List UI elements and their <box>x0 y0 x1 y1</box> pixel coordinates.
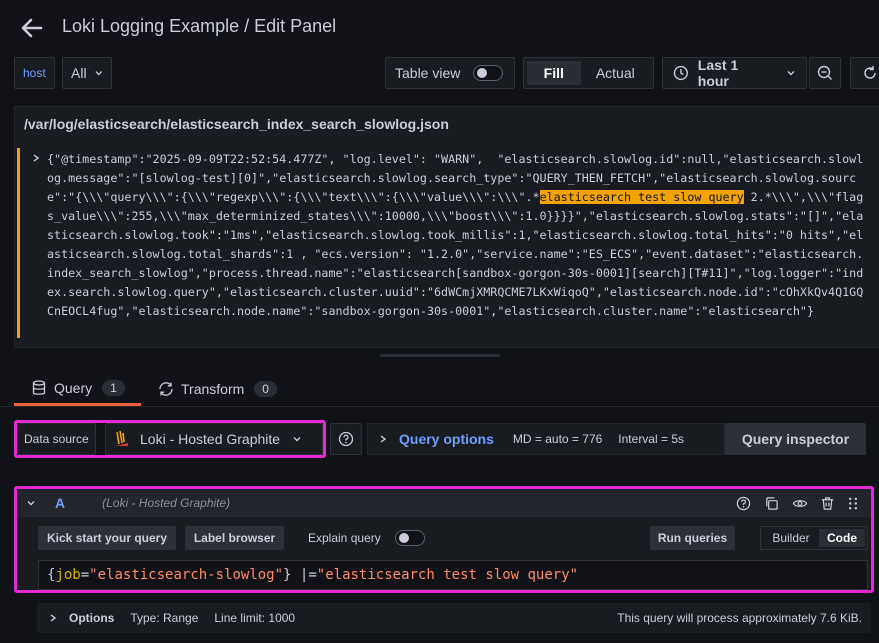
expr-filter-op: |= <box>291 567 317 583</box>
panel-preview: /var/log/elasticsearch/elasticsearch_ind… <box>14 106 879 348</box>
chevron-right-icon <box>380 435 387 443</box>
fill-button[interactable]: Fill <box>527 61 581 85</box>
chevron-down-icon <box>787 71 795 76</box>
chevron-right-icon[interactable] <box>31 153 41 163</box>
query-code-editor[interactable]: {job="elasticsearch-slowlog"} |="elastic… <box>38 560 868 590</box>
variable-label-host: host <box>14 57 55 89</box>
drag-handle-icon[interactable] <box>847 496 859 511</box>
variable-select-host[interactable]: All <box>62 57 112 89</box>
label-browser-button[interactable]: Label browser <box>185 526 284 550</box>
query-options-bar[interactable]: Query options MD = auto = 776 Interval =… <box>367 423 725 455</box>
expr-label-key: job <box>55 567 81 583</box>
explain-query-label: Explain query <box>308 531 381 545</box>
expr-equals: = <box>80 567 90 583</box>
fill-actual-group: Fill Actual <box>523 57 654 89</box>
tab-transform-count: 0 <box>254 381 277 397</box>
table-view-label: Table view <box>395 65 461 81</box>
query-options-row[interactable]: Options Type: Range Line limit: 1000 Thi… <box>37 603 871 633</box>
query-row-header: A (Loki - Hosted Graphite) <box>17 489 871 517</box>
transform-icon <box>159 382 173 396</box>
trash-icon[interactable] <box>820 496 835 511</box>
arrow-left-icon <box>21 18 43 38</box>
run-queries-button[interactable]: Run queries <box>650 526 735 550</box>
builder-mode-button[interactable]: Builder <box>763 531 819 545</box>
editor-mode-toggle: Builder Code <box>760 526 868 550</box>
chevron-down-icon[interactable] <box>26 498 36 508</box>
tab-query[interactable]: Query 1 <box>14 372 141 406</box>
datasource-select[interactable]: Loki - Hosted Graphite <box>105 423 323 455</box>
log-text-post: 2.*\\\",\\\"flags_value\\\":255,\\\"max_… <box>47 190 864 318</box>
query-options-label: Query options <box>399 431 494 447</box>
expr-filter-string: "elasticsearch test slow query" <box>316 567 579 583</box>
question-circle-icon <box>338 431 354 447</box>
log-highlight: elasticsearch test slow query <box>539 190 744 204</box>
question-circle-icon[interactable] <box>736 496 751 511</box>
tab-transform-label: Transform <box>181 381 245 397</box>
tab-transform[interactable]: Transform 0 <box>158 372 277 406</box>
max-data-points: MD = auto = 776 <box>512 432 603 446</box>
eye-icon[interactable] <box>792 496 808 511</box>
actual-button[interactable]: Actual <box>581 61 650 85</box>
panel-title: /var/log/elasticsearch/elasticsearch_ind… <box>24 116 449 132</box>
time-range-picker[interactable]: Last 1 hour <box>662 57 807 89</box>
options-label: Options <box>69 611 115 625</box>
log-line[interactable]: {"@timestamp":"2025-09-09T22:52:54.477Z"… <box>47 150 869 321</box>
time-range-value: Last 1 hour <box>697 57 739 89</box>
zoom-out-icon <box>817 65 832 80</box>
chevron-right-icon <box>50 614 57 622</box>
variable-value: All <box>71 65 87 81</box>
tab-query-count: 1 <box>102 379 125 396</box>
table-view-switch[interactable] <box>473 65 504 81</box>
copy-icon[interactable] <box>764 496 779 511</box>
loki-logo-icon <box>116 430 128 446</box>
kick-start-button[interactable]: Kick start your query <box>38 526 176 550</box>
tabs-divider <box>0 406 879 407</box>
pane-resize-handle[interactable] <box>380 354 500 357</box>
zoom-out-button[interactable] <box>809 57 841 89</box>
expr-label-value: "elasticsearch-slowlog" <box>89 567 284 583</box>
refresh-button[interactable] <box>850 57 879 89</box>
tab-query-label: Query <box>54 379 93 396</box>
code-mode-button[interactable]: Code <box>819 529 865 547</box>
query-ref-id[interactable]: A <box>55 495 65 511</box>
datasource-value: Loki - Hosted Graphite <box>140 431 281 447</box>
query-inspector-button[interactable]: Query inspector <box>725 423 866 455</box>
interval-value: Interval = 5s <box>618 432 684 446</box>
options-type: Type: Range <box>130 611 199 625</box>
clock-icon <box>673 65 688 81</box>
table-view-toggle[interactable]: Table view <box>385 57 515 89</box>
query-row: A (Loki - Hosted Graphite) Kick start yo… <box>17 489 871 590</box>
refresh-icon <box>864 66 876 79</box>
datasource-help-button[interactable] <box>330 423 362 455</box>
database-icon <box>32 379 46 395</box>
datasource-label: Data source <box>17 423 96 455</box>
back-button[interactable] <box>18 14 46 42</box>
page-title: Loki Logging Example / Edit Panel <box>62 16 337 36</box>
chevron-down-icon <box>293 437 301 442</box>
log-row-accent <box>17 148 20 338</box>
explain-query-switch[interactable] <box>395 530 425 546</box>
chevron-down-icon <box>94 71 102 76</box>
query-source-name: (Loki - Hosted Graphite) <box>102 496 231 510</box>
options-line-limit: Line limit: 1000 <box>214 611 296 625</box>
query-size-estimate: This query will process approximately 7.… <box>617 611 862 625</box>
